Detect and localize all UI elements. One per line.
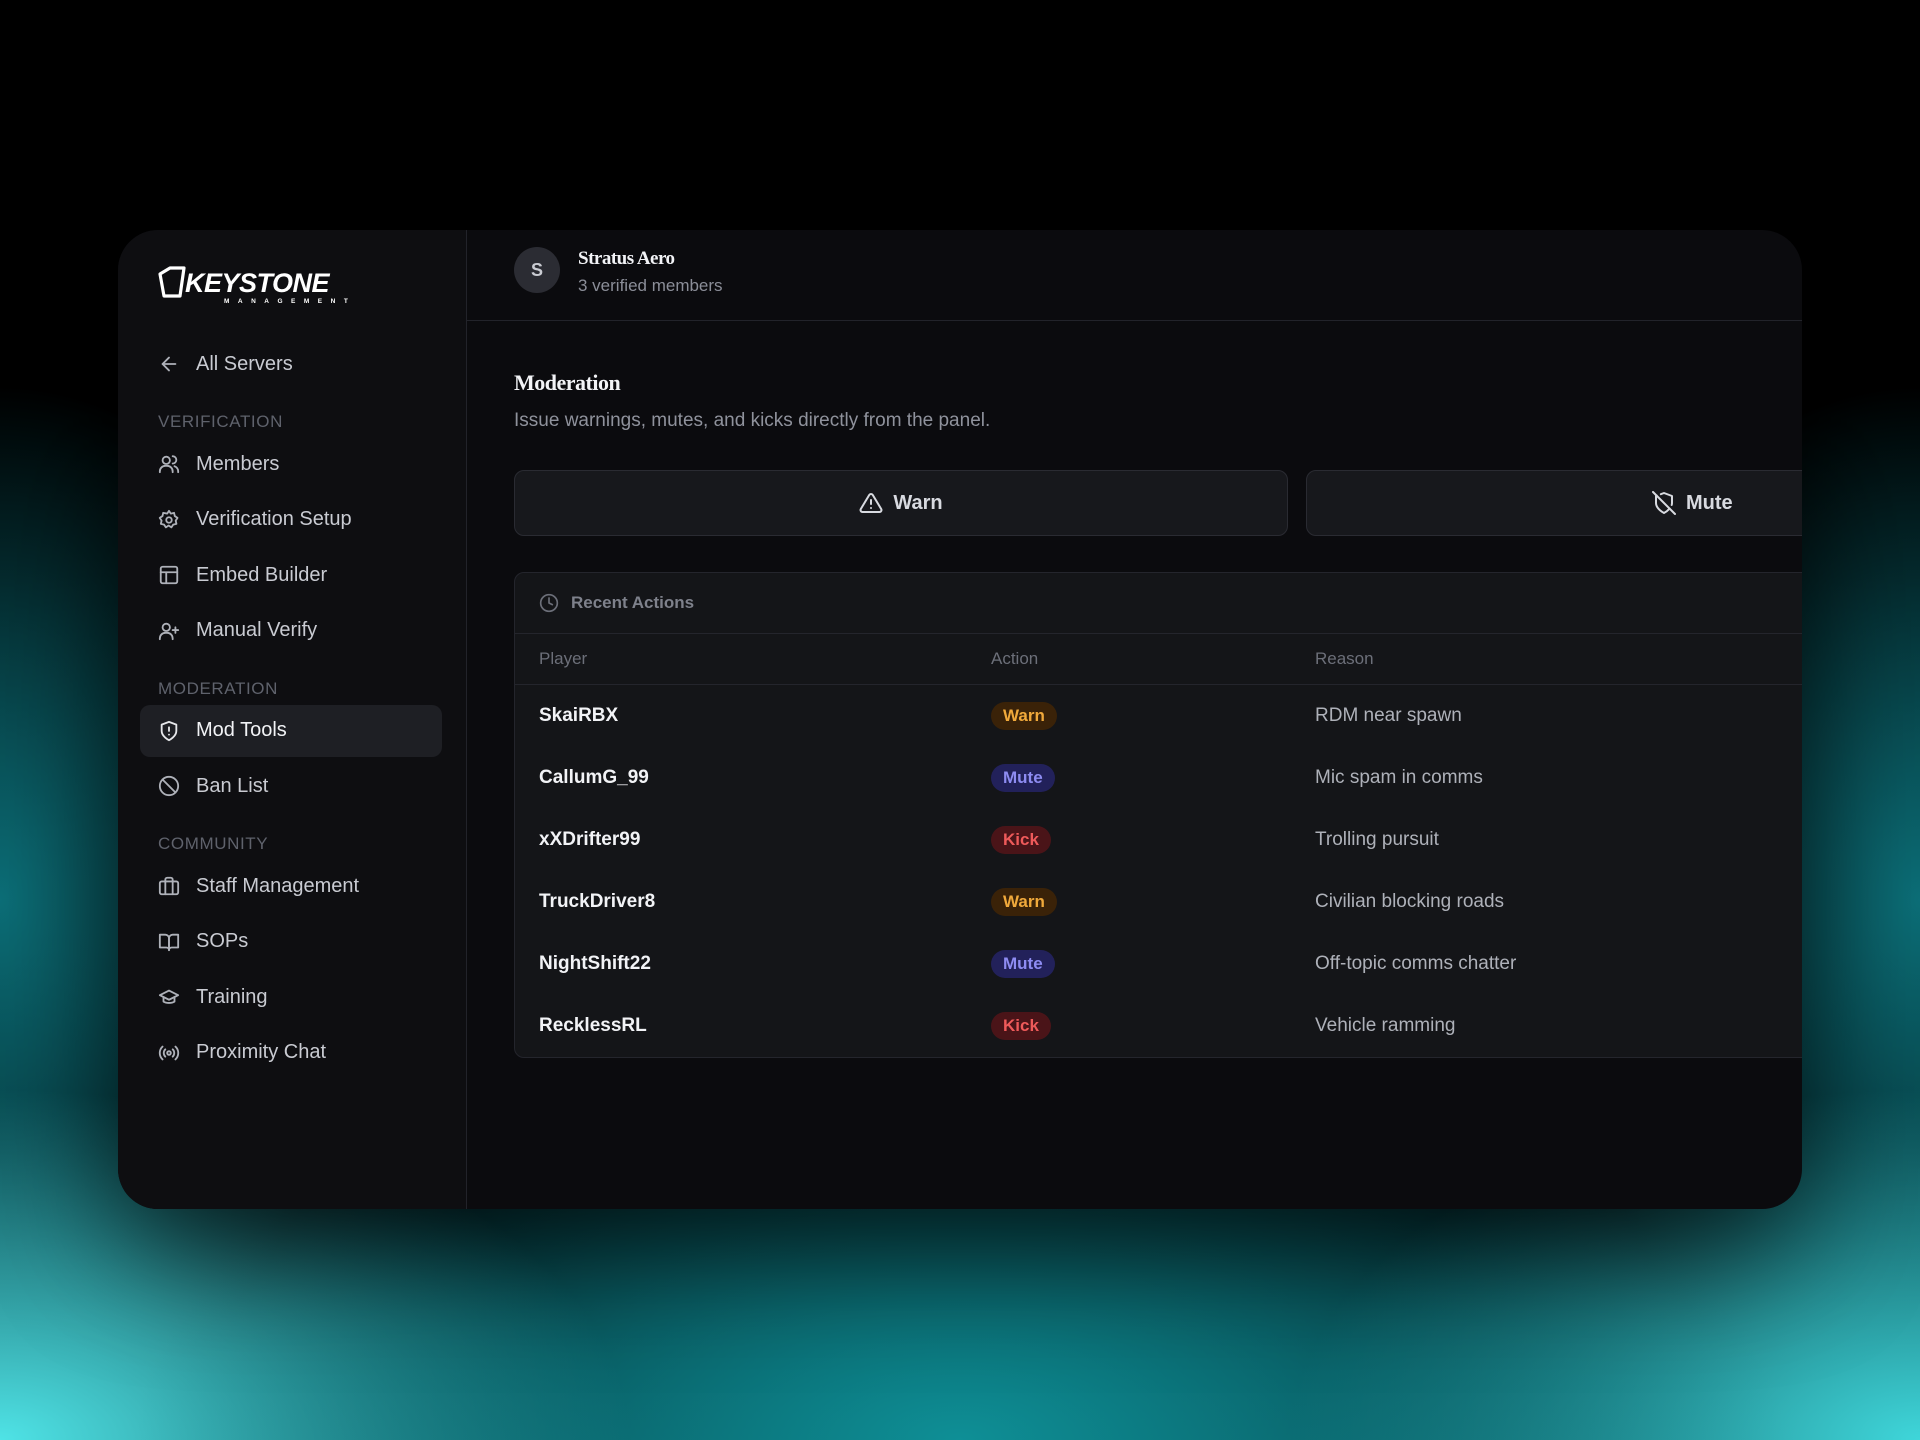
player-name: NightShift22 — [539, 953, 651, 974]
column-header-action: Action — [991, 649, 1039, 668]
sidebar-item-mod-tools[interactable]: Mod Tools — [140, 704, 442, 757]
sidebar-nav: All Servers VERIFICATION Members Verific… — [140, 338, 442, 1082]
sidebar-item-sops[interactable]: SOPs — [140, 916, 442, 968]
column-header-reason: Reason — [1315, 649, 1374, 668]
ban-icon — [158, 775, 180, 797]
sidebar-item-label: Manual Verify — [196, 619, 318, 641]
player-name: SkaiRBX — [539, 705, 619, 726]
user-plus-icon — [158, 620, 180, 642]
briefcase-icon — [158, 875, 180, 897]
player-name: TruckDriver8 — [539, 891, 656, 912]
action-badge-mute: Mute — [991, 950, 1055, 978]
book-icon — [158, 931, 180, 953]
logo-wordmark: KEYSTONE — [185, 268, 331, 298]
action-badge-kick: Kick — [991, 1012, 1051, 1040]
all-servers-link[interactable]: All Servers — [140, 338, 442, 390]
server-member-count: 3 verified members — [578, 276, 723, 295]
radio-icon — [158, 1042, 180, 1064]
sidebar-item-label: SOPs — [196, 930, 249, 952]
sidebar-item-verification-setup[interactable]: Verification Setup — [140, 494, 442, 546]
player-name: CallumG_99 — [539, 767, 649, 788]
server-name: Stratus Aero — [578, 248, 675, 269]
keystone-logo[interactable]: KEYSTONE MANAGEMENT — [154, 254, 364, 314]
sidebar-item-label: Staff Management — [196, 874, 360, 897]
section-verification: VERIFICATION — [158, 412, 283, 431]
recent-actions-title: Recent Actions — [571, 593, 695, 612]
action-reason: Off-topic comms chatter — [1315, 953, 1517, 974]
sidebar-item-label: Embed Builder — [196, 563, 328, 586]
server-header: S Stratus Aero 3 verified members — [467, 230, 1802, 321]
alert-triangle-icon — [859, 491, 893, 515]
table-row[interactable]: TruckDriver8 Warn Civilian blocking road… — [515, 871, 1802, 933]
sidebar-item-proximity-chat[interactable]: Proximity Chat — [140, 1027, 442, 1079]
warn-button-label: Warn — [893, 491, 943, 514]
recent-actions-header: Recent Actions — [515, 573, 1802, 634]
recent-actions-card: Recent Actions Player Action Reason Skai… — [514, 572, 1802, 1058]
sidebar-item-staff-management[interactable]: Staff Management — [140, 860, 442, 912]
warn-button[interactable]: Warn — [514, 470, 1288, 536]
action-reason: Vehicle ramming — [1315, 1015, 1456, 1036]
app-window: KEYSTONE MANAGEMENT All Servers VERIFICA… — [118, 230, 1802, 1209]
player-name: xXDrifter99 — [539, 829, 641, 850]
sidebar-item-label: Members — [196, 452, 280, 475]
logo-subtext: MANAGEMENT — [224, 298, 356, 305]
sidebar-item-label: Training — [196, 985, 268, 1008]
page-description: Issue warnings, mutes, and kicks directl… — [514, 410, 991, 431]
action-badge-warn: Warn — [991, 888, 1057, 916]
mute-button-label: Mute — [1686, 491, 1733, 514]
table-row[interactable]: xXDrifter99 Kick Trolling pursuit — [515, 809, 1802, 871]
sidebar-item-training[interactable]: Training — [140, 971, 442, 1023]
shield-icon — [158, 720, 180, 742]
column-header-player: Player — [539, 649, 588, 668]
clock-icon — [539, 593, 571, 613]
server-avatar[interactable]: S — [514, 247, 560, 293]
mute-button[interactable]: Mute — [1306, 470, 1802, 536]
table-row[interactable]: SkaiRBX Warn RDM near spawn — [515, 685, 1802, 747]
action-reason: Civilian blocking roads — [1315, 891, 1505, 912]
action-reason: Mic spam in comms — [1315, 767, 1483, 788]
sidebar-item-label: Proximity Chat — [196, 1041, 327, 1063]
page-title: Moderation — [514, 370, 621, 395]
shield-off-icon — [1652, 491, 1686, 515]
arrow-left-icon — [158, 353, 180, 375]
sidebar-item-label: Mod Tools — [196, 719, 287, 741]
action-badge-warn: Warn — [991, 702, 1057, 730]
all-servers-label: All Servers — [196, 352, 293, 375]
layout-icon — [158, 564, 180, 586]
sidebar-item-manual-verify[interactable]: Manual Verify — [140, 605, 442, 657]
action-reason: RDM near spawn — [1315, 705, 1462, 726]
action-badge-kick: Kick — [991, 826, 1051, 854]
sidebar-item-label: Verification Setup — [196, 508, 352, 530]
table-row[interactable]: RecklessRL Kick Vehicle ramming — [515, 995, 1802, 1057]
table-row[interactable]: CallumG_99 Mute Mic spam in comms — [515, 747, 1802, 809]
graduation-cap-icon — [158, 986, 180, 1008]
action-badge-mute: Mute — [991, 764, 1055, 792]
sidebar-item-members[interactable]: Members — [140, 438, 442, 490]
main-content: S Stratus Aero 3 verified members Modera… — [467, 230, 1802, 1209]
section-community: COMMUNITY — [158, 834, 269, 853]
section-moderation: MODERATION — [158, 678, 278, 698]
sidebar-item-ban-list[interactable]: Ban List — [140, 760, 442, 812]
gear-icon — [158, 509, 180, 531]
sidebar-item-embed-builder[interactable]: Embed Builder — [140, 549, 442, 601]
sidebar: KEYSTONE MANAGEMENT All Servers VERIFICA… — [118, 230, 467, 1209]
users-icon — [158, 453, 180, 475]
table-header: Player Action Reason — [515, 634, 1802, 685]
table-row[interactable]: NightShift22 Mute Off-topic comms chatte… — [515, 933, 1802, 995]
player-name: RecklessRL — [539, 1015, 647, 1036]
action-reason: Trolling pursuit — [1315, 829, 1439, 850]
sidebar-item-label: Ban List — [196, 774, 269, 797]
